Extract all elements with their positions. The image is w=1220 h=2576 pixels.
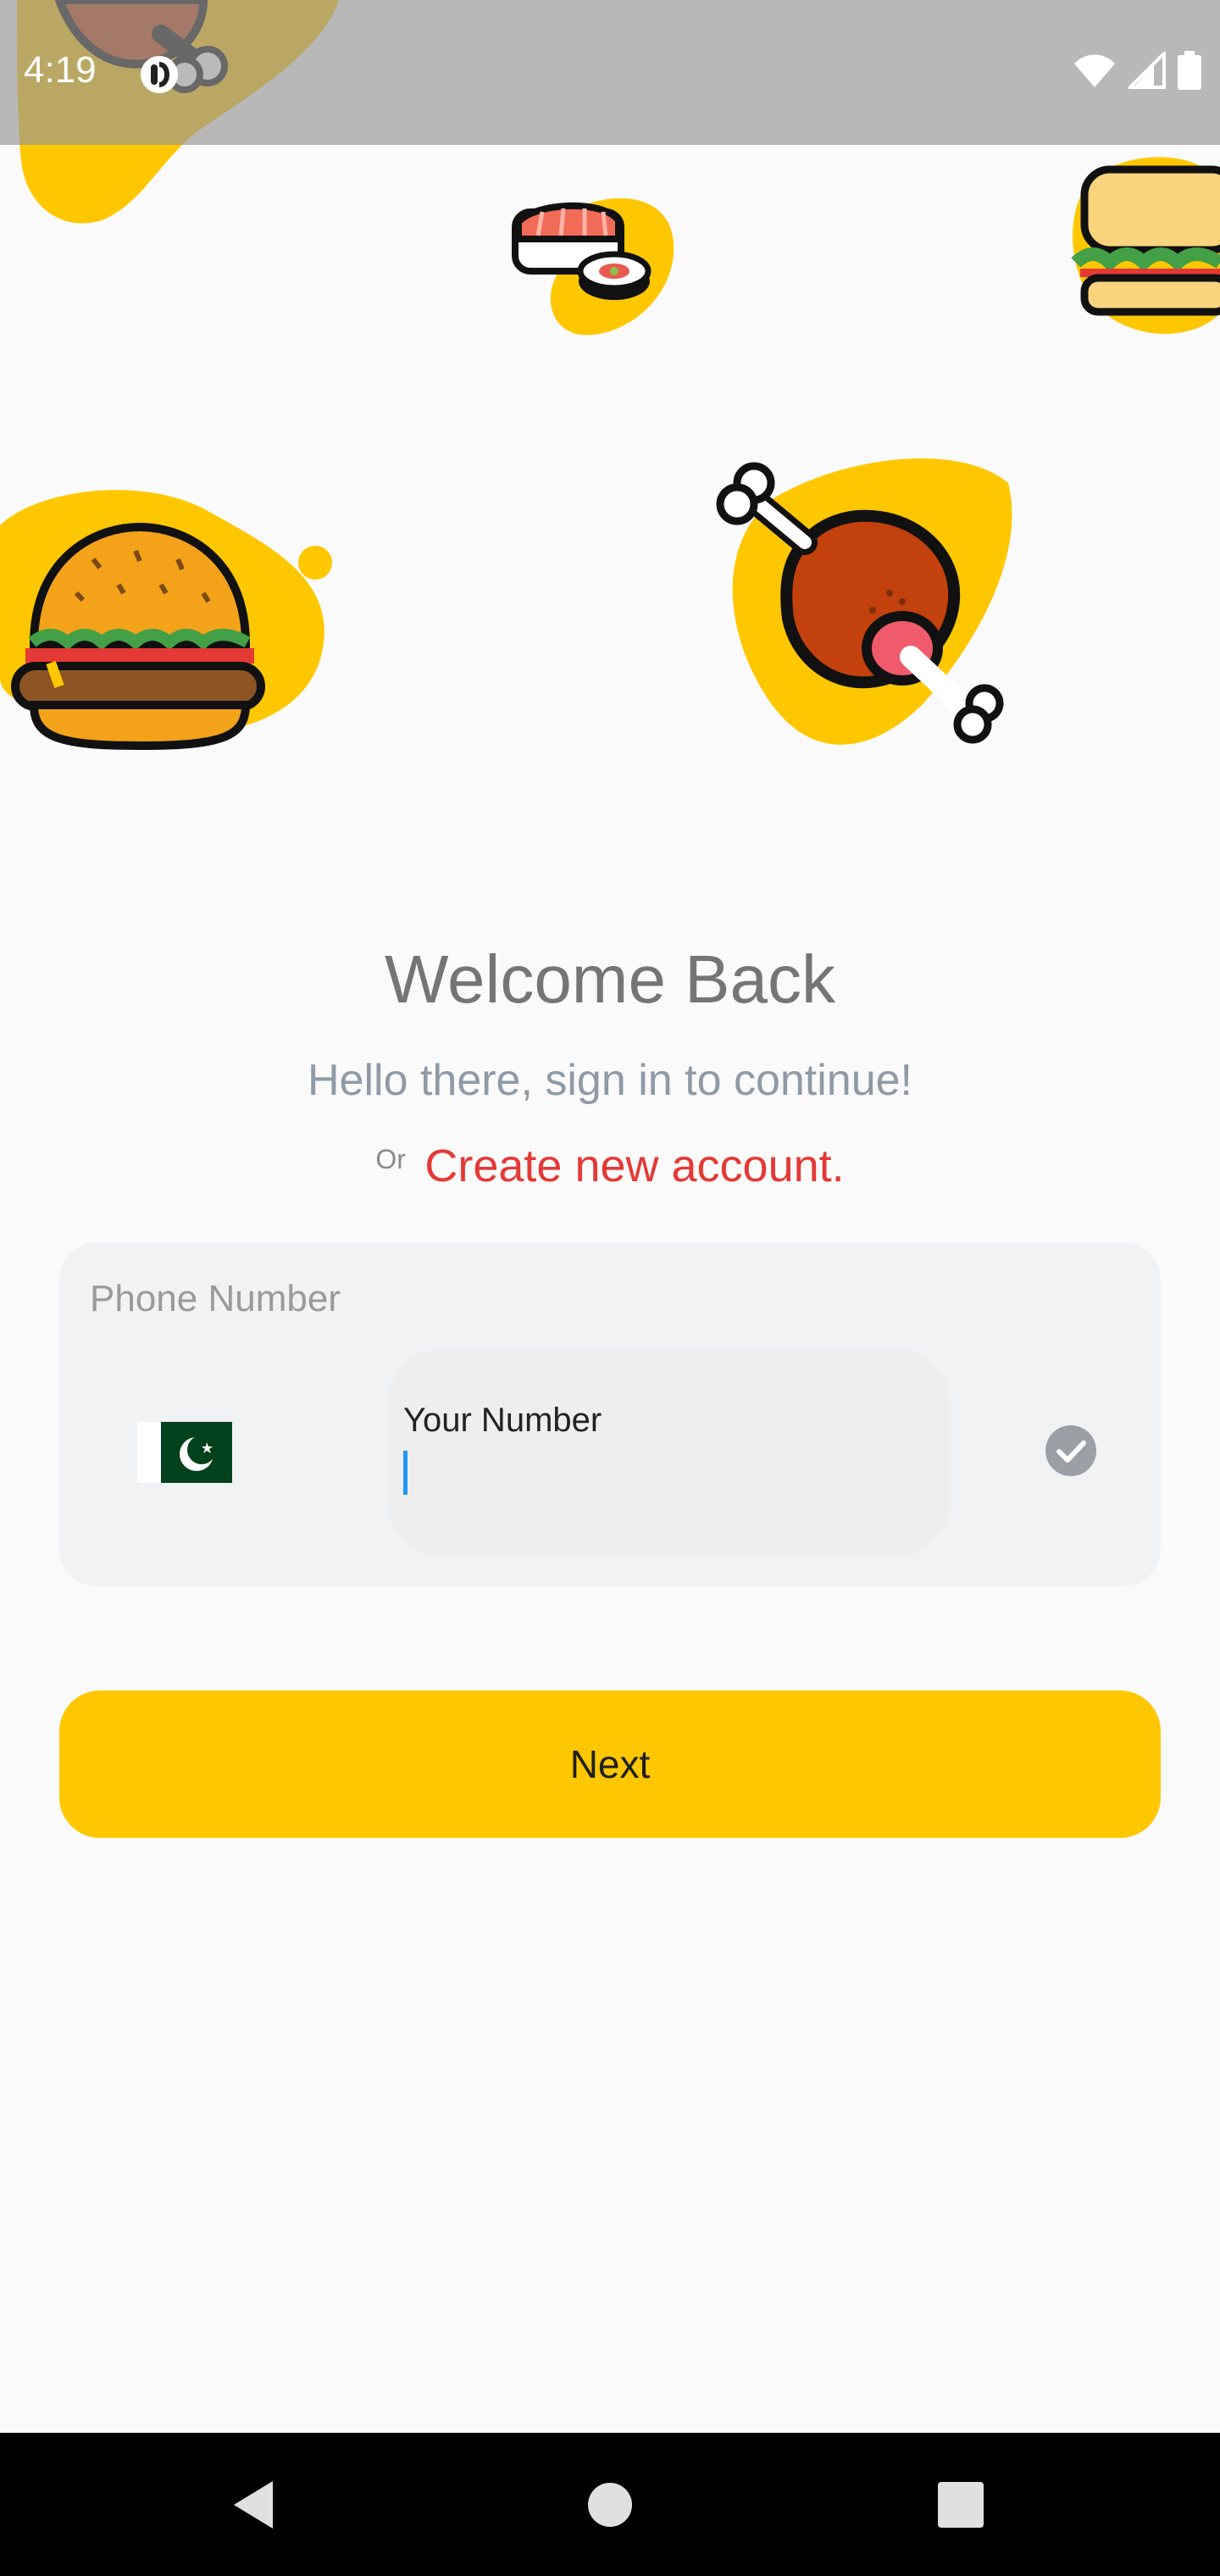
navigation-bar <box>0 2433 1220 2576</box>
phone-number-input-label: Your Number <box>403 1402 602 1439</box>
pakistan-flag-icon[interactable] <box>137 1422 232 1483</box>
sandwich-icon <box>1071 157 1220 334</box>
back-button[interactable] <box>169 2433 339 2576</box>
app-notification-icon <box>141 56 178 93</box>
create-account-link[interactable]: Create new account. <box>424 1141 844 1191</box>
home-button[interactable] <box>525 2433 695 2576</box>
or-label: Or <box>375 1143 406 1174</box>
status-time: 4:19 <box>24 49 97 91</box>
welcome-subtitle: Hello there, sign in to continue! <box>308 1056 912 1105</box>
battery-icon <box>1178 51 1201 90</box>
wifi-icon <box>1074 54 1115 87</box>
welcome-title: Welcome Back <box>384 941 836 1017</box>
status-bar: 4:19 <box>0 0 1220 145</box>
recents-icon <box>938 2481 984 2528</box>
phone-number-input[interactable]: Your Number <box>388 1349 951 1556</box>
back-icon <box>234 2480 273 2529</box>
phone-number-card: Phone Number Your Number <box>59 1242 1161 1586</box>
home-icon <box>588 2482 632 2527</box>
next-button[interactable]: Next <box>59 1690 1161 1838</box>
recents-button[interactable] <box>876 2433 1045 2576</box>
burger-icon <box>0 490 332 751</box>
sushi-icon <box>512 198 674 336</box>
drumstick-icon <box>716 458 1012 745</box>
phone-number-label: Phone Number <box>90 1278 341 1319</box>
create-account-row: Or Create new account. <box>0 1140 1220 1192</box>
signal-icon <box>1128 52 1166 89</box>
check-circle-icon <box>1045 1425 1096 1476</box>
text-caret <box>403 1451 408 1495</box>
